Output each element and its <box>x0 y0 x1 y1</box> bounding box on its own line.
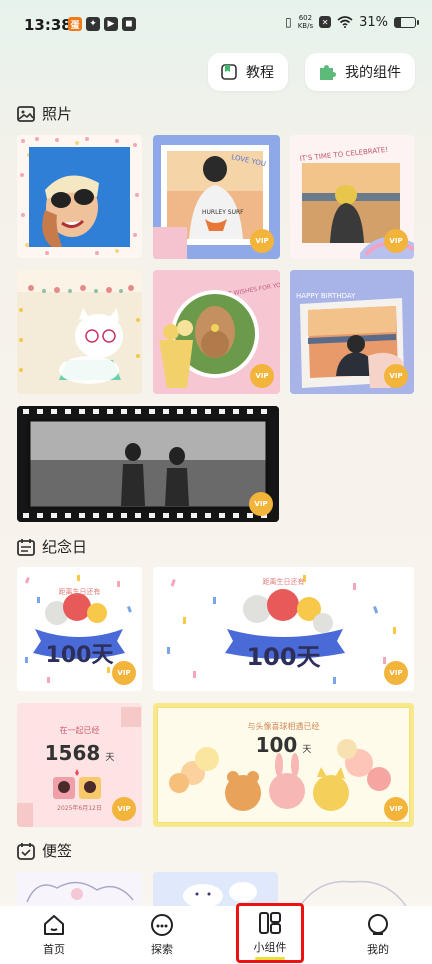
note-outline-art <box>299 880 407 906</box>
my-widgets-label: 我的组件 <box>345 65 401 81</box>
pets-count: 100 天 <box>153 733 414 757</box>
battery-percent: 31% <box>359 14 388 30</box>
home-icon <box>44 915 64 935</box>
nav-explore[interactable]: 探索 <box>127 913 197 957</box>
nav-mine[interactable]: 我的 <box>343 913 413 957</box>
battery-icon <box>394 16 419 28</box>
birthday-text: HAPPY BIRTHDAY <box>296 292 356 300</box>
vip-badge: VIP <box>249 492 273 516</box>
nav-widgets[interactable]: 小组件 <box>235 911 305 960</box>
note-widget-1[interactable] <box>17 872 142 906</box>
wifi-icon <box>337 16 353 28</box>
film-strip-art <box>17 406 279 522</box>
together-label: 在一起已经 <box>59 726 100 735</box>
anniversary-widget-birthday-small[interactable]: 距离生日还有 100天 VIP <box>17 567 142 691</box>
tutorial-label: 教程 <box>246 65 274 81</box>
note-doodle-art <box>26 881 134 903</box>
birthday-countdown-label-wide: 距离生日还有 <box>262 578 305 586</box>
tutorial-button[interactable]: 教程 <box>208 53 288 91</box>
sim-icon: ✕ <box>319 16 332 28</box>
together-count: 1568 天 <box>17 741 142 765</box>
nav-home[interactable]: 首页 <box>19 913 89 957</box>
days-value-wide: 100天 <box>246 643 321 671</box>
app-notification-icon: 蛋 <box>68 17 82 31</box>
pets-unit: 天 <box>302 745 312 755</box>
vip-badge: VIP <box>250 229 274 253</box>
photo-cat-art <box>17 270 142 394</box>
net-speed: 602 KB/s <box>297 14 314 30</box>
puzzle-icon <box>320 65 336 80</box>
status-right: ▯ 602 KB/s ✕ 31% <box>285 14 419 30</box>
explore-icon <box>151 914 173 936</box>
shirt-text: HURLEY SURF <box>202 209 244 216</box>
book-icon <box>221 64 237 80</box>
pets-days: 100 <box>255 733 298 757</box>
vip-badge: VIP <box>384 229 408 253</box>
play-notification-icon: ▶ <box>104 17 118 31</box>
active-tab-indicator <box>255 956 285 960</box>
notification-icons: 蛋 ✦ ▶ ◼ <box>68 17 136 31</box>
status-time: 13:38 <box>24 16 72 34</box>
widgets-icon <box>259 911 281 934</box>
photo-frame-dots <box>17 135 142 258</box>
photo-widget-best-wishes[interactable]: BEST WISHES FOR YOU VIP <box>153 270 280 394</box>
app-store-notification-icon: ◼ <box>122 17 136 31</box>
anniversary-section-title: 纪念日 <box>16 536 87 557</box>
vibrate-icon: ▯ <box>285 15 292 29</box>
notes-section-title: 便签 <box>16 840 72 861</box>
together-unit: 天 <box>105 753 115 763</box>
photo-widget-birthday[interactable]: HAPPY BIRTHDAY VIP <box>290 270 414 394</box>
note-widget-2[interactable] <box>153 872 278 906</box>
anniversary-title-label: 纪念日 <box>42 538 88 556</box>
anniversary-widget-birthday-wide[interactable]: 距离生日还有 100天 VIP <box>153 567 414 691</box>
sticky-note-icon <box>17 842 35 860</box>
anniversary-widget-together[interactable]: 在一起已经 1568 天 2025年6月12日 VIP <box>17 703 142 827</box>
photos-title-label: 照片 <box>42 105 73 123</box>
together-days: 1568 <box>44 741 101 765</box>
photo-widget-film-strip[interactable]: VIP <box>17 406 279 522</box>
image-icon <box>17 105 35 122</box>
notes-title-label: 便签 <box>42 842 73 860</box>
photo-widget-sunglasses[interactable] <box>17 135 142 258</box>
bottom-navigation: 首页 探索 小组件 我的 <box>0 906 432 964</box>
anniversary-widget-pets[interactable]: 与头像喜球相遇已经 100 天 VIP <box>153 703 414 827</box>
note-widget-3[interactable] <box>290 872 414 906</box>
photos-section-title: 照片 <box>16 103 72 124</box>
vip-badge: VIP <box>384 661 408 685</box>
pets-label: 与头像喜球相遇已经 <box>247 722 320 731</box>
vip-badge: VIP <box>112 797 136 821</box>
status-bar: 13:38 蛋 ✦ ▶ ◼ ▯ 602 KB/s ✕ 31% <box>0 0 432 50</box>
nav-mine-label: 我的 <box>367 943 389 956</box>
nav-widgets-label: 小组件 <box>253 940 287 954</box>
vip-badge: VIP <box>384 797 408 821</box>
nav-explore-label: 探索 <box>151 943 173 956</box>
my-widgets-button[interactable]: 我的组件 <box>305 53 415 91</box>
vip-badge: VIP <box>384 364 408 388</box>
profile-icon <box>368 914 388 935</box>
vip-badge: VIP <box>112 661 136 685</box>
vip-badge: VIP <box>250 364 274 388</box>
birthday-countdown-label: 距离生日还有 <box>58 588 101 596</box>
photo-widget-love-you[interactable]: HURLEY SURF LOVE YOU VIP <box>153 135 280 259</box>
photo-widget-cat[interactable] <box>17 270 142 394</box>
photo-widget-celebrate[interactable]: IT'S TIME TO CELEBRATE! VIP <box>290 135 414 259</box>
leaf-notification-icon: ✦ <box>86 17 100 31</box>
calendar-icon <box>17 538 35 556</box>
note-cinnamoroll-art <box>183 882 257 906</box>
nav-home-label: 首页 <box>43 943 65 956</box>
